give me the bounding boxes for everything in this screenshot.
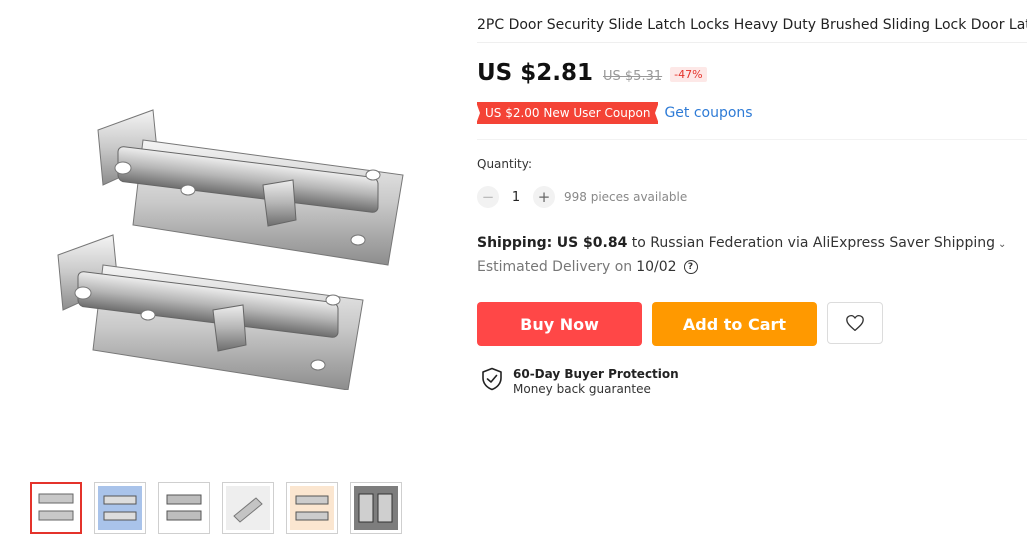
- chevron-down-icon[interactable]: ⌄: [998, 239, 1006, 250]
- buyer-protection: 60-Day Buyer Protection Money back guara…: [481, 367, 679, 397]
- help-icon[interactable]: ?: [683, 260, 698, 274]
- protection-title: 60-Day Buyer Protection: [513, 367, 679, 381]
- main-product-image[interactable]: [28, 90, 428, 390]
- heart-icon: [846, 314, 864, 332]
- delivery-date: 10/02: [636, 259, 677, 275]
- thumbnail-4[interactable]: [222, 482, 274, 534]
- delivery-label: Estimated Delivery on: [477, 259, 633, 275]
- stock-available: 998 pieces available: [564, 190, 688, 204]
- thumbnail-image: [98, 486, 142, 530]
- thumbnail-image: [38, 493, 74, 521]
- product-title: 2PC Door Security Slide Latch Locks Heav…: [477, 17, 1027, 33]
- thumbnail-2[interactable]: [94, 482, 146, 534]
- thumbnail-3[interactable]: [158, 482, 210, 534]
- shipping-label: Shipping:: [477, 235, 553, 251]
- protection-subtitle: Money back guarantee: [513, 382, 651, 396]
- quantity-stepper: − 1 + 998 pieces available: [477, 186, 687, 208]
- product-info: 2PC Door Security Slide Latch Locks Heav…: [475, 0, 1027, 547]
- quantity-input[interactable]: 1: [499, 190, 533, 205]
- quantity-decrease-button[interactable]: −: [477, 186, 499, 208]
- thumbnail-strip: [30, 482, 402, 534]
- quantity-label: Quantity:: [477, 157, 533, 171]
- original-price: US $5.31: [603, 69, 663, 84]
- discount-badge: -47%: [670, 67, 707, 82]
- thumbnail-5[interactable]: [286, 482, 338, 534]
- quantity-increase-button[interactable]: +: [533, 186, 555, 208]
- current-price: US $2.81: [477, 60, 593, 86]
- get-coupons-link[interactable]: Get coupons: [664, 105, 752, 121]
- thumbnail-image: [290, 486, 334, 530]
- divider: [477, 42, 1027, 43]
- wishlist-button[interactable]: [827, 302, 883, 344]
- coupon-row: US $2.00 New User Coupon Get coupons: [475, 102, 753, 124]
- delivery-estimate: Estimated Delivery on 10/02 ?: [477, 259, 698, 275]
- thumbnail-image: [166, 494, 202, 521]
- product-gallery: [0, 0, 460, 547]
- thumbnail-1[interactable]: [30, 482, 82, 534]
- shipping-destination: to Russian Federation via AliExpress Sav…: [631, 235, 995, 251]
- buy-now-button[interactable]: Buy Now: [477, 302, 642, 346]
- shield-check-icon: [482, 367, 502, 391]
- shipping-info[interactable]: Shipping: US $0.84 to Russian Federation…: [477, 235, 1006, 251]
- divider: [477, 139, 1027, 140]
- price-row: US $2.81 US $5.31 -47%: [477, 60, 707, 86]
- shipping-price: US $0.84: [556, 235, 628, 251]
- add-to-cart-button[interactable]: Add to Cart: [652, 302, 817, 346]
- coupon-tag[interactable]: US $2.00 New User Coupon: [475, 102, 660, 124]
- thumbnail-image: [354, 486, 398, 530]
- thumbnail-6[interactable]: [350, 482, 402, 534]
- thumbnail-image: [226, 486, 270, 530]
